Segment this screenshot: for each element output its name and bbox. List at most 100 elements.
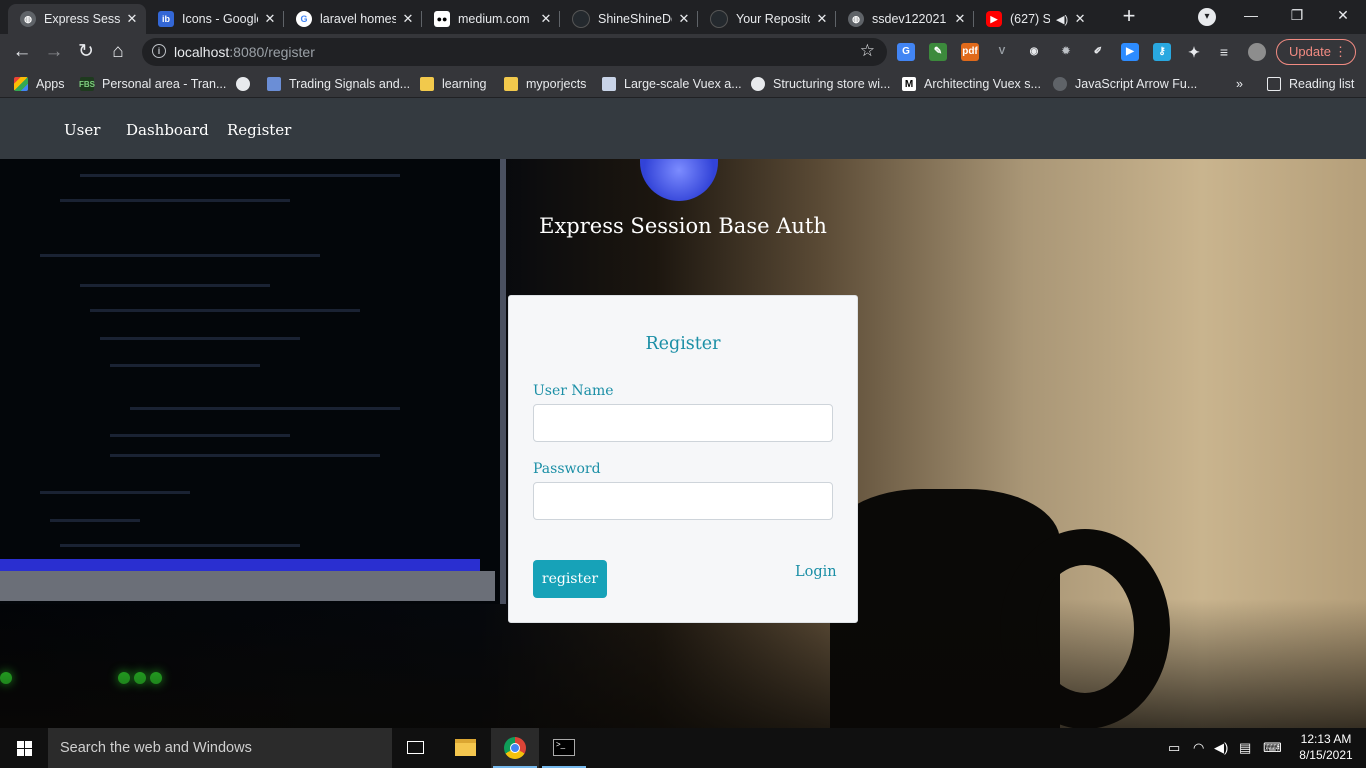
tab-youtube[interactable]: ▶ (627) Shine ◀) ✕ [974,4,1106,34]
pdf-extension-icon[interactable]: pdf [961,43,979,61]
nav-dashboard[interactable]: Dashboard [126,121,209,139]
chrome-icon [504,737,526,759]
speaker-icon[interactable]: ◀) [1056,13,1068,26]
puzzle-extensions-icon[interactable]: ✦ [1185,43,1203,61]
reload-icon[interactable]: ↻ [74,40,98,64]
restore-icon[interactable]: ❐ [1274,0,1320,32]
close-icon[interactable]: ✕ [538,11,554,27]
fbs-icon: FBS [79,77,95,91]
key-extension-icon[interactable]: ⚷ [1153,43,1171,61]
tab-shineshinedev[interactable]: ShineShineDev ✕ [560,4,698,34]
extension-badge-icon[interactable]: ✎ [929,43,947,61]
youtube-icon: ▶ [986,11,1002,27]
globe-icon: ◍ [20,11,36,27]
back-icon[interactable]: ← [10,40,34,64]
tab-icons[interactable]: ib Icons - Google Fonts ✕ [146,4,284,34]
close-icon[interactable]: ✕ [262,11,278,27]
vue-devtools-icon[interactable]: V [993,43,1011,61]
google-icon: G [296,11,312,27]
media-control-icon[interactable]: ≡ [1215,43,1233,61]
tab-express-session[interactable]: ◍ Express Session Base Auth ✕ [8,4,146,34]
window-close-icon[interactable]: ✕ [1320,0,1366,32]
chrome-taskbar-button[interactable] [491,728,539,768]
translate-extension-icon[interactable]: G [897,43,915,61]
bookmarks-bar: Apps FBS Personal area - Tran... Trading… [0,70,1366,98]
zoom-extension-icon[interactable]: ▶ [1121,43,1139,61]
clock-time: 12:13 AM [1300,732,1352,746]
form-heading: Register [645,334,721,354]
bookmarks-overflow[interactable]: » [1236,75,1243,93]
bookmark-apps[interactable]: Apps [14,75,65,93]
github-icon [1053,77,1067,91]
bookmark-trading-signals[interactable]: Trading Signals and... [267,75,410,93]
tab-search-icon[interactable]: ▾ [1198,8,1216,26]
graduation-cap-icon [267,77,281,91]
globe-icon [751,77,765,91]
username-input[interactable] [533,404,833,442]
bookmark-large-scale-vuex[interactable]: Large-scale Vuex a... [602,75,742,93]
close-icon[interactable]: ✕ [676,11,692,27]
keyboard-icon[interactable]: ⌨ [1263,740,1282,756]
terminal-taskbar-button[interactable]: >_ [540,728,588,768]
nav-register[interactable]: Register [227,121,291,139]
tab-strip: ◍ Express Session Base Auth ✕ ib Icons -… [0,0,1366,34]
file-explorer-button[interactable] [441,728,489,768]
taskbar-search[interactable]: Search the web and Windows [48,728,392,768]
close-icon[interactable]: ✕ [952,11,968,27]
taskbar-clock[interactable]: 12:13 AM 8/15/2021 [1296,731,1356,763]
tab-repositories[interactable]: Your Repositories ✕ [698,4,836,34]
notification-icon[interactable]: ▤ [1239,740,1251,756]
minimize-icon[interactable]: — [1228,0,1274,32]
battery-icon[interactable]: ▭ [1168,740,1180,756]
nav-user[interactable]: User [64,121,100,139]
github-icon [710,10,728,28]
github-icon [572,10,590,28]
gear-extension-icon[interactable]: ✹ [1057,43,1075,61]
bookmark-personal-area[interactable]: FBS Personal area - Tran... [79,75,226,93]
bookmark-globe[interactable] [236,75,258,93]
close-icon[interactable]: ✕ [814,11,830,27]
tab-laravel[interactable]: G laravel homestead ✕ [284,4,422,34]
close-icon[interactable]: ✕ [400,11,416,27]
bookmark-structuring-store[interactable]: Structuring store wi... [751,75,890,93]
apps-grid-icon [14,77,28,91]
tab-medium[interactable]: ●● medium.com ✕ [422,4,560,34]
password-input[interactable] [533,482,833,520]
volume-icon[interactable]: ◀) [1214,740,1228,756]
register-button[interactable]: register [533,560,607,598]
task-view-icon [407,741,424,754]
task-view-button[interactable] [392,728,440,768]
new-tab-icon[interactable]: + [1118,5,1140,28]
bookmark-learning[interactable]: learning [420,75,486,93]
blue-light [640,159,718,201]
menu-dots-icon[interactable]: ⋮ [1334,40,1347,64]
start-button[interactable] [0,728,48,768]
close-icon[interactable]: ✕ [124,11,140,27]
circle-extension-icon[interactable]: ◉ [1025,43,1043,61]
forward-icon[interactable]: → [42,40,66,64]
home-icon[interactable]: ⌂ [106,40,130,64]
profile-avatar[interactable] [1248,43,1266,61]
close-icon[interactable]: ✕ [1072,11,1088,27]
clock-date: 8/15/2021 [1299,748,1353,762]
bookmark-star-icon[interactable]: ☆ [860,41,875,61]
info-icon[interactable]: i [152,44,166,58]
bookmark-myporjects[interactable]: myporjects [504,75,586,93]
tab-ssdev[interactable]: ◍ ssdev122021 ✕ [836,4,974,34]
bookmark-arrow-functions[interactable]: JavaScript Arrow Fu... [1053,75,1197,93]
bookmark-architecting-vuex[interactable]: M Architecting Vuex s... [902,75,1041,93]
address-bar[interactable]: i localhost:8080/register ☆ [142,38,887,66]
login-link[interactable]: Login [795,564,837,580]
url-text[interactable]: localhost:8080/register [174,44,315,60]
pen-extension-icon[interactable]: ✐ [1089,43,1107,61]
page-icon [602,77,616,91]
windows-taskbar: Search the web and Windows >_ ▭ ◠ ◀) ▤ ⌨… [0,728,1366,768]
folder-icon [420,77,434,91]
site-navbar: User Dashboard Register [0,98,1366,159]
reading-list[interactable]: Reading list [1267,75,1354,93]
wifi-icon[interactable]: ◠ [1193,740,1204,756]
folder-icon [455,739,476,756]
update-button[interactable]: Update ⋮ [1276,39,1356,65]
globe-icon: ◍ [848,11,864,27]
medium-m-icon: M [902,77,916,91]
